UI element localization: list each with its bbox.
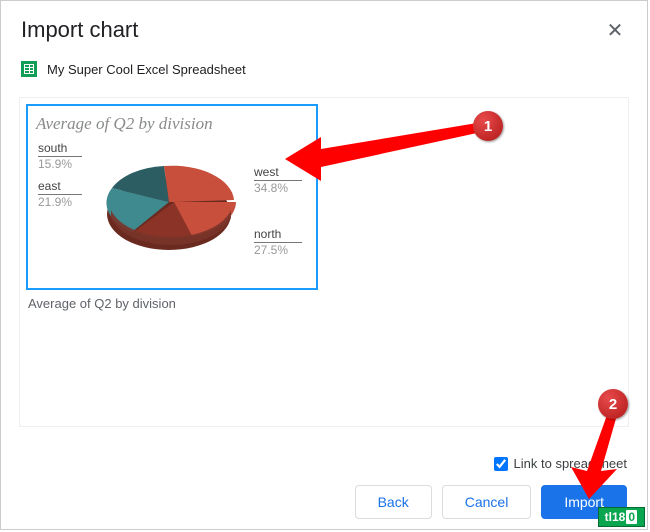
dialog-footer: Link to spreadsheet Back Cancel Import: [1, 444, 647, 529]
source-file-name: My Super Cool Excel Spreadsheet: [47, 62, 246, 77]
link-to-spreadsheet-checkbox[interactable]: [494, 457, 508, 471]
slice-label-west: west 34.8%: [254, 166, 302, 195]
annotation-badge-2: 2: [598, 389, 628, 419]
slice-label-east: east 21.9%: [38, 180, 82, 209]
pie-chart-svg: [94, 152, 244, 272]
slice-pct: 34.8%: [254, 181, 288, 195]
source-file-row: My Super Cool Excel Spreadsheet: [1, 51, 647, 91]
chart-thumbnail[interactable]: Average of Q2 by division: [26, 104, 318, 290]
cancel-button[interactable]: Cancel: [442, 485, 532, 519]
slice-region: east: [38, 180, 82, 195]
dialog-header: Import chart ✕: [1, 1, 647, 51]
slice-label-south: south 15.9%: [38, 142, 82, 171]
dialog-title: Import chart: [21, 17, 138, 43]
link-to-spreadsheet-label: Link to spreadsheet: [514, 456, 627, 471]
chart-title: Average of Q2 by division: [36, 114, 308, 134]
slice-region: north: [254, 228, 302, 243]
annotation-badge-1: 1: [473, 111, 503, 141]
slice-pct: 21.9%: [38, 195, 72, 209]
slice-pct: 27.5%: [254, 243, 288, 257]
back-button[interactable]: Back: [355, 485, 432, 519]
import-chart-dialog: Import chart ✕ My Super Cool Excel Sprea…: [0, 0, 648, 530]
close-icon[interactable]: ✕: [603, 18, 627, 42]
chart-caption: Average of Q2 by division: [28, 296, 176, 311]
slice-region: south: [38, 142, 82, 157]
slice-label-north: north 27.5%: [254, 228, 302, 257]
slice-pct: 15.9%: [38, 157, 72, 171]
slice-region: west: [254, 166, 302, 181]
link-checkbox-row: Link to spreadsheet: [21, 456, 627, 471]
google-sheets-icon: [21, 61, 37, 77]
button-row: Back Cancel Import: [21, 485, 627, 519]
chart-selection-area: Average of Q2 by division: [19, 97, 629, 427]
pie-chart: south 15.9% east 21.9% west 34.8% north …: [36, 140, 308, 280]
watermark: tl180: [598, 507, 645, 527]
